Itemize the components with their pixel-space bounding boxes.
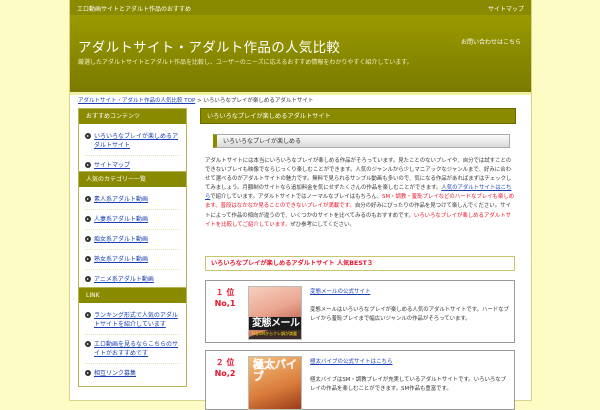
sidebar-item-label[interactable]: 熟女系アダルト動画 — [94, 256, 148, 263]
breadcrumb-current: いろいろなプレイが楽しめるアダルトサイト — [203, 98, 314, 104]
arrow-icon — [85, 236, 91, 242]
sidebar-item-label[interactable]: エロ動画を見るならこちらのサイトがおすすめです — [94, 341, 178, 357]
sidebar-section-title: LINK — [79, 288, 186, 303]
thumbnail-word: 極太バイブ — [253, 358, 297, 383]
product-thumbnail[interactable]: 変態メール HなSMからクレ調が満載 — [248, 286, 302, 340]
sidebar-section-title: 人気のカテゴリー一覧 — [79, 172, 186, 187]
top-bar: エロ動画サイトとアダルト作品のおすすめ サイトマップ — [70, 0, 531, 15]
card-title-link[interactable]: 変態メールの公式サイト — [310, 287, 371, 295]
ranking-card: ２ 位 No,2 極太バイブ 極太バイブの公式サイトはこちら 極太バイブはSM・調… — [205, 350, 515, 410]
rank-label: １ 位 No,1 — [214, 288, 236, 308]
arrow-icon — [85, 341, 91, 347]
arrow-icon — [85, 312, 91, 318]
sidebar-item-label[interactable]: サイトマップ — [94, 162, 130, 169]
sidebar-item-label[interactable]: いろいろなプレイが楽しめるアダルトサイト — [94, 133, 178, 149]
breadcrumb-home-link[interactable]: アダルトサイト・アダルト作品の人気比較 TOP — [78, 98, 195, 104]
body-text: ぜひ参考にしてください。 — [290, 221, 355, 228]
sidebar-section-links: LINK ランキング形式で人気のアダルトサイトを紹介しています エロ動画を見るな… — [78, 287, 187, 387]
sidebar-item[interactable]: 相互リンク募集 — [85, 364, 180, 383]
sidebar-section-recommended: おすすめコンテンツ いろいろなプレイが楽しめるアダルトサイト サイトマップ — [78, 108, 187, 179]
body-text: で紹介しています。アダルトサイトではノーマルなプレイはもちろん、 — [210, 194, 383, 201]
thumbnail-subtitle: HなSMからクレ調が満載 — [252, 331, 297, 336]
site-description: 厳選したアダルトサイトとアダルト作品を比較し、ユーザーのニーズに応えるおすすめ情… — [78, 59, 413, 66]
site-title[interactable]: アダルトサイト・アダルト作品の人気比較 — [78, 36, 340, 56]
sidebar-item[interactable]: 熟女系アダルト動画 — [85, 250, 180, 270]
card-text: 極太バイブはSM・調教プレイが充実しているアダルトサイトです。いろいろなプレイの… — [310, 377, 507, 392]
article-body: アダルトサイトには本当にいろいろなプレイが楽しめる作品がそろっています。見たこと… — [205, 157, 515, 230]
sitemap-link[interactable]: サイトマップ — [488, 4, 524, 13]
ranking-heading: いろいろなプレイが楽しめるアダルトサイト 人気BEST３ — [205, 256, 515, 271]
arrow-icon — [85, 256, 91, 262]
ranking-card: １ 位 No,1 変態メール HなSMからクレ調が満載 変態メールの公式サイト 変… — [205, 280, 515, 343]
sidebar-item-label[interactable]: ランキング形式で人気のアダルトサイトを紹介しています — [94, 312, 178, 328]
breadcrumb: アダルトサイト・アダルト作品の人気比較 TOP > いろいろなプレイが楽しめるア… — [78, 96, 313, 104]
top-bar-tagline: エロ動画サイトとアダルト作品のおすすめ — [77, 6, 192, 13]
product-thumbnail[interactable]: 極太バイブ — [248, 356, 302, 410]
sidebar-section-title: おすすめコンテンツ — [79, 109, 186, 124]
sidebar-item[interactable]: 痴女系アダルト動画 — [85, 230, 180, 250]
sidebar-item[interactable]: 素人系アダルト動画 — [85, 190, 180, 210]
arrow-icon — [85, 276, 91, 282]
arrow-icon — [85, 162, 91, 168]
sidebar-item[interactable]: 人妻系アダルト動画 — [85, 210, 180, 230]
sidebar-item-label[interactable]: 相互リンク募集 — [94, 370, 136, 377]
site-header: アダルトサイト・アダルト作品の人気比較 厳選したアダルトサイトとアダルト作品を比… — [70, 15, 531, 95]
sidebar-item[interactable]: いろいろなプレイが楽しめるアダルトサイト — [85, 127, 180, 156]
card-title-link[interactable]: 極太バイブの公式サイトはこちら — [310, 357, 393, 365]
sidebar-section-categories: 人気のカテゴリー一覧 素人系アダルト動画 人妻系アダルト動画 痴女系アダルト動画… — [78, 171, 187, 293]
sidebar-item[interactable]: エロ動画を見るならこちらのサイトがおすすめです — [85, 335, 180, 364]
sidebar-item[interactable]: ランキング形式で人気のアダルトサイトを紹介しています — [85, 306, 180, 335]
sidebar-item-label[interactable]: アニメ系アダルト動画 — [94, 276, 154, 283]
arrow-icon — [85, 196, 91, 202]
card-text: 変態メールはいろいろなプレイが楽しめる人気のアダルトサイトです。ハードなプレイか… — [310, 307, 509, 322]
header-right-link[interactable]: お問い合わせはこちら — [461, 37, 521, 46]
arrow-icon — [85, 216, 91, 222]
arrow-icon — [85, 133, 91, 139]
arrow-icon — [85, 370, 91, 376]
sidebar-item-label[interactable]: 痴女系アダルト動画 — [94, 236, 148, 243]
main-heading: いろいろなプレイが楽しめるアダルトサイト — [200, 108, 516, 124]
main-subheading: いろいろなプレイが楽しめる — [213, 134, 510, 148]
thumbnail-word: 変態メール — [252, 318, 300, 329]
rank-label: ２ 位 No,2 — [214, 358, 236, 378]
sidebar-item-label[interactable]: 素人系アダルト動画 — [94, 196, 148, 203]
sidebar-item-label[interactable]: 人妻系アダルト動画 — [94, 216, 148, 223]
